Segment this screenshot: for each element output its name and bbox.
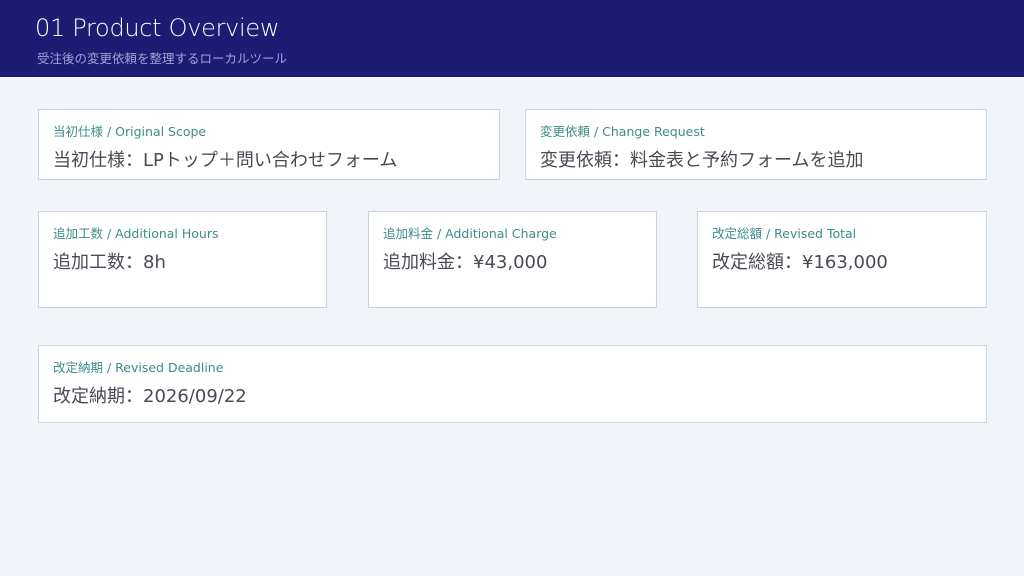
change-request-label: 変更依頼 / Change Request bbox=[540, 124, 705, 139]
original-scope-value: 当初仕様：LPトップ＋問い合わせフォーム bbox=[53, 150, 398, 171]
additional-hours-card: 追加工数 / Additional Hours 追加工数：8h bbox=[38, 211, 327, 308]
revised-deadline-label: 改定納期 / Revised Deadline bbox=[53, 360, 224, 375]
revised-total-label: 改定総額 / Revised Total bbox=[712, 226, 857, 241]
original-scope-card: 当初仕様 / Original Scope 当初仕様：LPトップ＋問い合わせフォ… bbox=[38, 109, 500, 180]
change-request-value: 変更依頼：料金表と予約フォームを追加 bbox=[540, 150, 864, 171]
page-subtitle: 受注後の変更依頼を整理するローカルツール bbox=[37, 51, 288, 66]
additional-hours-value: 追加工数：8h bbox=[53, 252, 166, 273]
additional-charge-card: 追加料金 / Additional Charge 追加料金：¥43,000 bbox=[368, 211, 657, 308]
original-scope-label: 当初仕様 / Original Scope bbox=[53, 124, 207, 139]
revised-total-card: 改定総額 / Revised Total 改定総額：¥163,000 bbox=[697, 211, 987, 308]
change-request-card: 変更依頼 / Change Request 変更依頼：料金表と予約フォームを追加 bbox=[525, 109, 987, 180]
page-title: 01 Product Overview bbox=[35, 14, 280, 42]
additional-hours-label: 追加工数 / Additional Hours bbox=[53, 226, 219, 241]
revised-deadline-value: 改定納期：2026/09/22 bbox=[53, 386, 247, 407]
revised-total-value: 改定総額：¥163,000 bbox=[712, 252, 888, 273]
revised-deadline-card: 改定納期 / Revised Deadline 改定納期：2026/09/22 bbox=[38, 345, 987, 423]
additional-charge-label: 追加料金 / Additional Charge bbox=[383, 226, 557, 241]
additional-charge-value: 追加料金：¥43,000 bbox=[383, 252, 548, 273]
page-header: 01 Product Overview 受注後の変更依頼を整理するローカルツール bbox=[0, 0, 1024, 77]
